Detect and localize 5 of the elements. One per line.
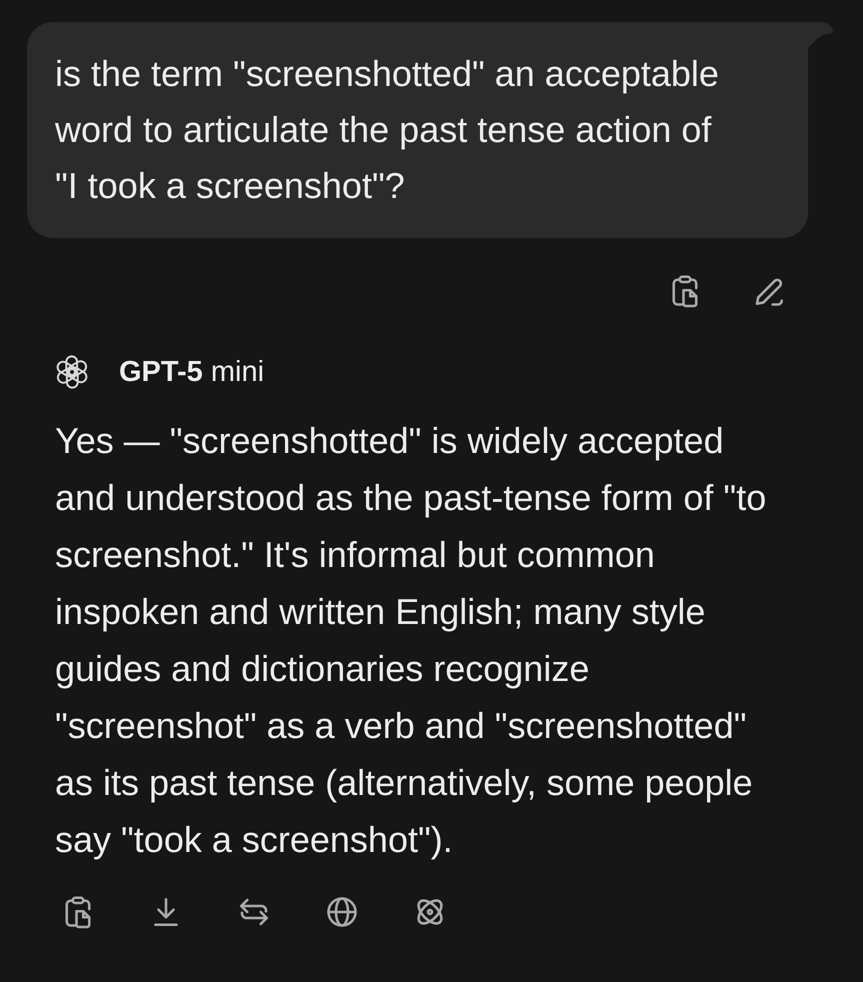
globe-icon[interactable] xyxy=(324,894,360,930)
response-text: Yes — "screenshotted" is widely accepted and understood as the past-tense form of "to screenshot." It's informal but common inspoken and written English; many style guides and dictionaries recognize "screenshot" as a verb and "screenshotted" as its past tense (alternatively, some people say "took a screenshot"). xyxy=(55,419,768,862)
knot-logo-icon xyxy=(54,354,90,390)
user-message-text: is the term "screenshotted" an acceptable word to articulate the past tense action of "I took a screenshot"? xyxy=(55,52,720,208)
model-name: GPT-5 mini xyxy=(119,356,264,388)
